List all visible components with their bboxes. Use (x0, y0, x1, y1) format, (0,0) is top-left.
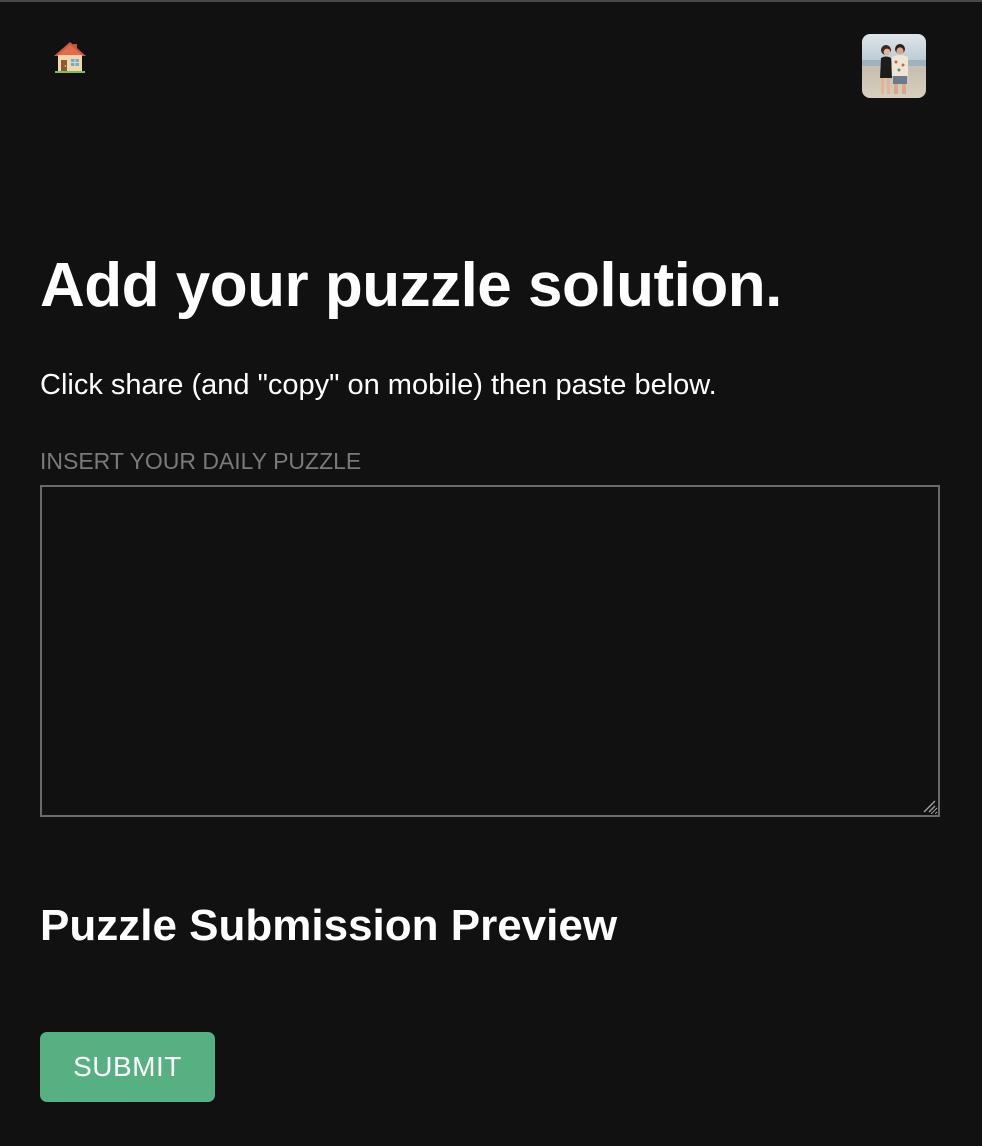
page: Add your puzzle solution. Click share (a… (0, 0, 982, 1146)
submit-button[interactable]: SUBMIT (40, 1032, 215, 1102)
house-icon (54, 42, 86, 73)
page-title: Add your puzzle solution. (40, 251, 782, 320)
puzzle-input-label: INSERT YOUR DAILY PUZZLE (40, 448, 362, 474)
preview-heading: Puzzle Submission Preview (40, 901, 618, 950)
home-link[interactable] (50, 36, 90, 76)
instructions-text: Click share (and "copy" on mobile) then … (40, 369, 717, 401)
avatar[interactable] (862, 34, 926, 98)
puzzle-input[interactable] (40, 485, 940, 817)
user-avatar-photo (862, 34, 926, 98)
